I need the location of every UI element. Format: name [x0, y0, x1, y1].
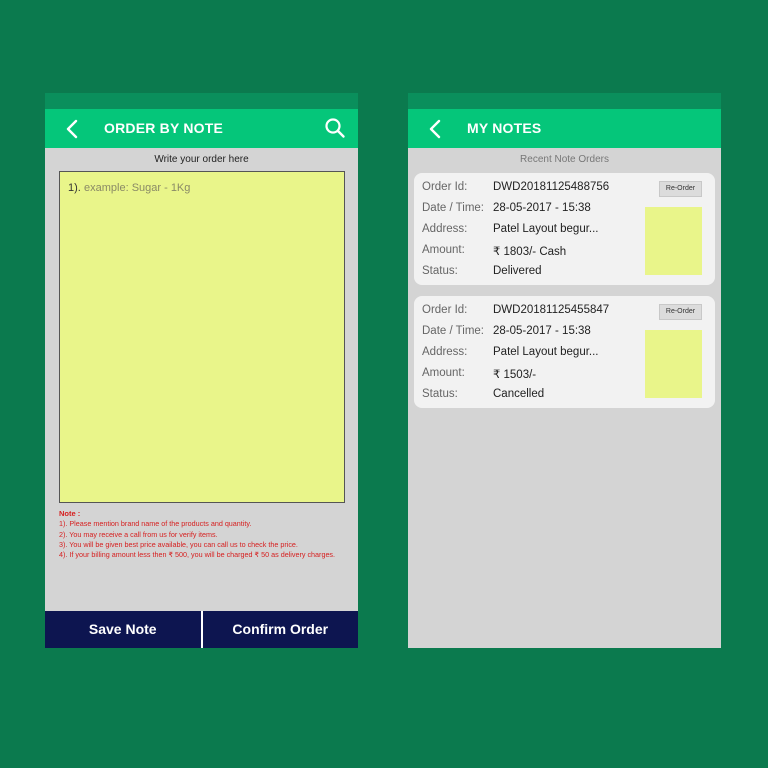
my-notes-screen: MY NOTES Recent Note Orders Order Id: DW…	[408, 93, 721, 648]
search-button[interactable]	[324, 117, 346, 139]
reorder-button[interactable]: Re-Order	[659, 181, 702, 197]
note-line: 4). If your billing amount less then ₹ 5…	[59, 550, 336, 560]
address-value: Patel Layout begur...	[493, 223, 599, 235]
chevron-left-icon	[429, 119, 441, 139]
note-line: 1). Please mention brand name of the pro…	[59, 519, 252, 529]
status-row: Status: Cancelled	[422, 388, 544, 402]
status-value: Delivered	[493, 265, 542, 277]
amount-value: ₹ 1503/-	[493, 369, 537, 381]
amount-value: ₹ 1803/- Cash	[493, 246, 567, 258]
order-id-label: Order Id:	[422, 304, 468, 316]
app-bar: ORDER BY NOTE	[45, 109, 358, 148]
amount-label: Amount:	[422, 367, 465, 379]
note-line: 2). You may receive a call from us for v…	[59, 529, 218, 539]
reorder-button[interactable]: Re-Order	[659, 304, 702, 320]
write-order-label: Write your order here	[154, 154, 249, 165]
date-time-value: 28-05-2017 - 15:38	[493, 325, 591, 337]
address-label: Address:	[422, 346, 468, 358]
status-bar	[408, 93, 721, 109]
status-label: Status:	[422, 265, 458, 277]
order-id-value: DWD20181125488756	[493, 181, 610, 193]
note-thumbnail[interactable]	[645, 207, 702, 275]
status-value: Cancelled	[493, 388, 545, 400]
note-line-number: 1).	[68, 182, 81, 194]
order-id-label: Order Id:	[422, 181, 468, 193]
date-time-row: Date / Time: 28-05-2017 - 15:38	[422, 202, 591, 216]
chevron-left-icon	[66, 119, 78, 139]
address-row: Address: Patel Layout begur...	[422, 346, 599, 360]
page-title: MY NOTES	[467, 120, 542, 136]
notes-block: Note : 1). Please mention brand name of …	[59, 509, 339, 560]
status-label: Status:	[422, 388, 458, 400]
recent-orders-label: Recent Note Orders	[520, 154, 609, 165]
note-thumbnail[interactable]	[645, 330, 702, 398]
order-card[interactable]: Order Id: DWD20181125455847 Date / Time:…	[414, 296, 715, 408]
note-placeholder: example: Sugar - 1Kg	[84, 182, 191, 194]
address-value: Patel Layout begur...	[493, 346, 599, 358]
back-button[interactable]	[426, 117, 446, 141]
back-button[interactable]	[63, 117, 83, 141]
date-time-label: Date / Time:	[422, 325, 484, 337]
date-time-row: Date / Time: 28-05-2017 - 15:38	[422, 325, 591, 339]
app-bar: MY NOTES	[408, 109, 721, 148]
notes-title: Note :	[59, 509, 81, 518]
amount-row: Amount: ₹ 1503/-	[422, 367, 536, 381]
order-by-note-screen: ORDER BY NOTE Write your order here 1). …	[45, 93, 358, 648]
address-row: Address: Patel Layout begur...	[422, 223, 599, 237]
order-id-row: Order Id: DWD20181125455847	[422, 304, 609, 318]
amount-label: Amount:	[422, 244, 465, 256]
status-bar	[45, 93, 358, 109]
confirm-order-button[interactable]: Confirm Order	[203, 611, 359, 648]
amount-row: Amount: ₹ 1803/- Cash	[422, 244, 566, 258]
save-note-button[interactable]: Save Note	[45, 611, 201, 648]
address-label: Address:	[422, 223, 468, 235]
date-time-label: Date / Time:	[422, 202, 484, 214]
status-row: Status: Delivered	[422, 265, 542, 279]
search-icon	[325, 118, 345, 138]
page-title: ORDER BY NOTE	[104, 120, 224, 136]
order-note-input[interactable]	[59, 171, 345, 503]
date-time-value: 28-05-2017 - 15:38	[493, 202, 591, 214]
note-line: 3). You will be given best price availab…	[59, 539, 298, 549]
bottom-action-bar: Save Note Confirm Order	[45, 611, 358, 648]
order-id-row: Order Id: DWD20181125488756	[422, 181, 609, 195]
order-id-value: DWD20181125455847	[493, 304, 610, 316]
order-card[interactable]: Order Id: DWD20181125488756 Date / Time:…	[414, 173, 715, 285]
